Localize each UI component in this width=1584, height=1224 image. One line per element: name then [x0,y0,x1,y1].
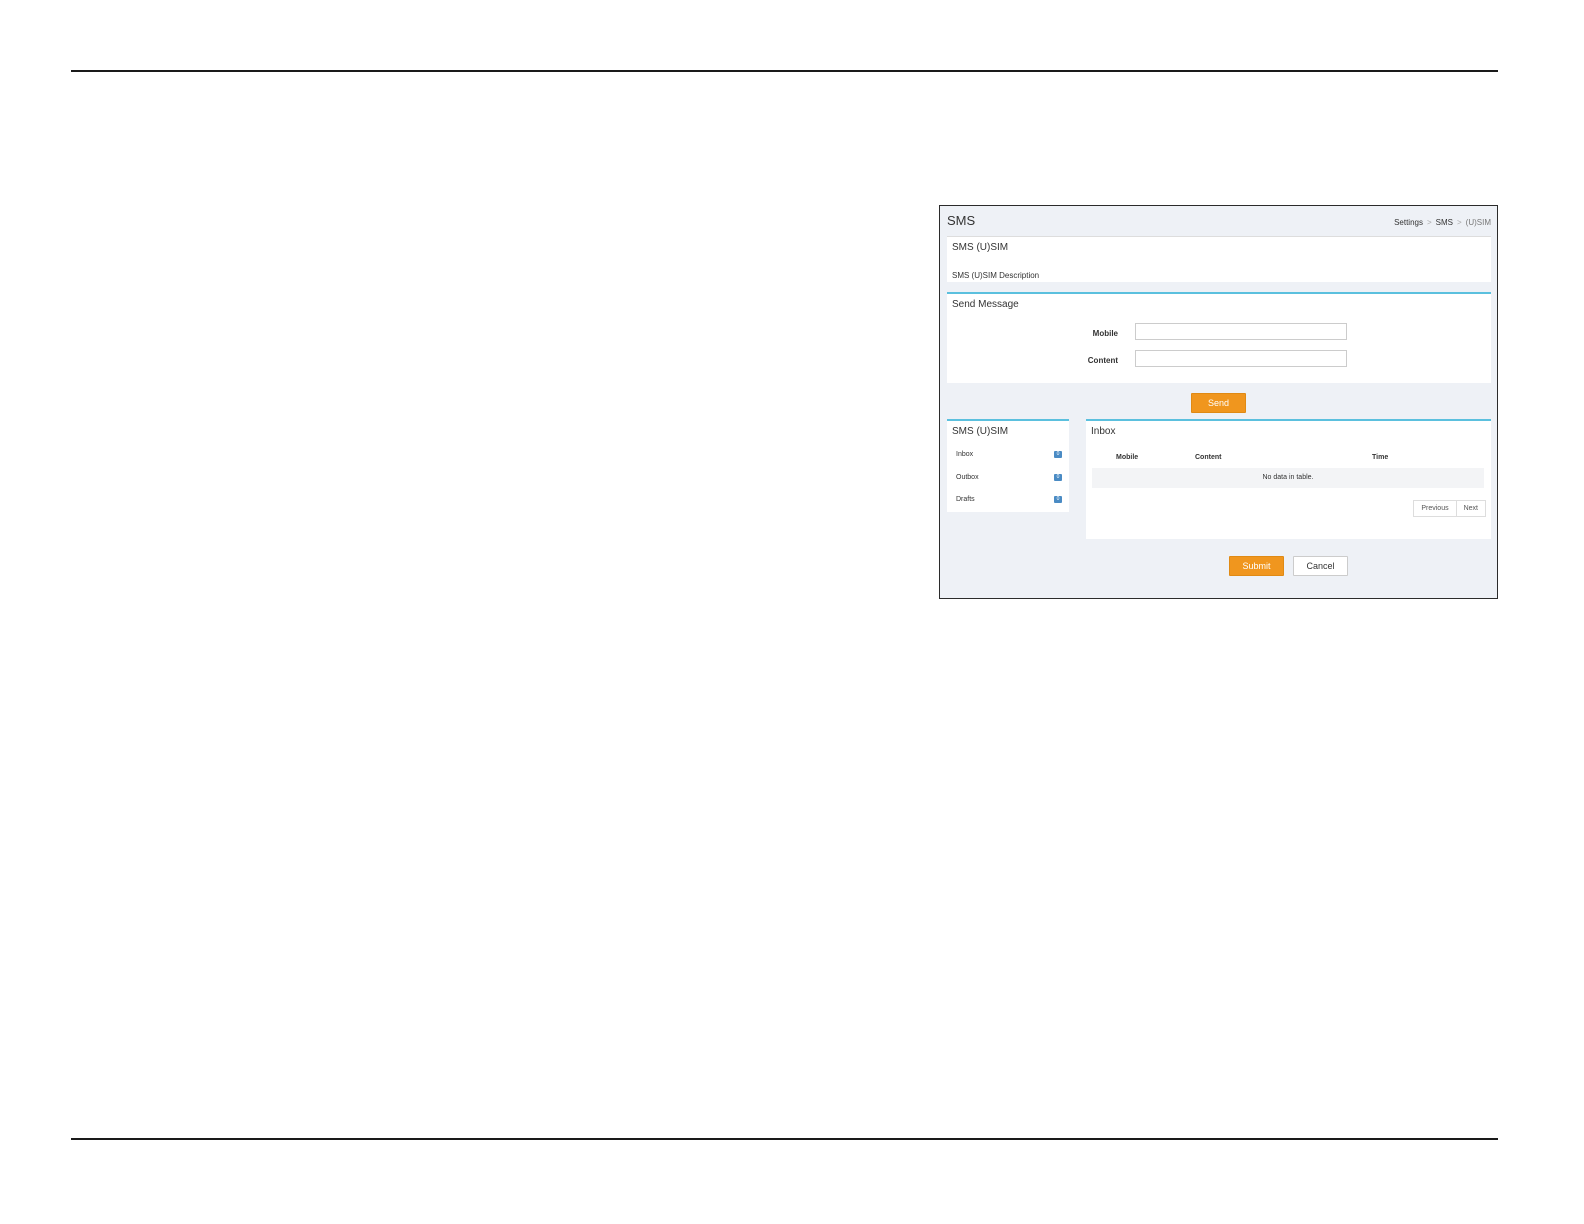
pagination: Previous Next [1413,500,1486,517]
breadcrumb-separator: > [1457,218,1462,227]
submit-button[interactable]: Submit [1229,556,1284,576]
previous-button[interactable]: Previous [1414,501,1455,516]
count-badge: 0 [1054,451,1062,458]
folder-label: Inbox [956,451,974,458]
folder-item-inbox[interactable]: Inbox 0 [956,451,1062,458]
next-button[interactable]: Next [1455,501,1485,516]
send-message-panel: Send Message Mobile Content [947,292,1491,383]
folder-label: Drafts [956,496,975,503]
description-text: SMS (U)SIM Description [952,271,1040,280]
page-title: SMS [947,213,976,228]
content-input[interactable] [1135,350,1347,367]
column-header-content[interactable]: Content [1195,454,1221,461]
send-button[interactable]: Send [1191,393,1246,413]
breadcrumb-separator: > [1426,218,1432,227]
column-header-mobile[interactable]: Mobile [1116,454,1138,461]
content-label: Content [1087,356,1118,365]
breadcrumb-usim: (U)SIM [1465,218,1491,227]
send-message-heading: Send Message [952,299,1019,310]
mobile-input[interactable] [1135,323,1347,340]
column-header-time[interactable]: Time [1372,454,1388,461]
sms-screenshot: SMS Settings > SMS > (U)SIM SMS (U)SIM S… [939,205,1498,599]
description-heading: SMS (U)SIM [952,242,1009,253]
breadcrumb-sms[interactable]: SMS [1436,218,1453,227]
folder-panel: SMS (U)SIM Inbox 0 Outbox 0 Drafts 0 [947,419,1069,512]
folder-heading: SMS (U)SIM [952,426,1009,437]
folder-label: Outbox [956,474,979,481]
count-badge: 0 [1054,496,1062,503]
breadcrumb-settings[interactable]: Settings [1394,218,1423,227]
inbox-panel: Inbox Mobile Content Time No data in tab… [1086,419,1491,539]
mobile-label: Mobile [1092,329,1118,338]
breadcrumb: Settings > SMS > (U)SIM [1394,218,1491,227]
cancel-button[interactable]: Cancel [1293,556,1348,576]
count-badge: 0 [1054,474,1062,481]
page-bottom-rule [71,1138,1498,1140]
folder-item-outbox[interactable]: Outbox 0 [956,474,1062,481]
empty-table-message: No data in table. [1092,468,1484,488]
description-panel: SMS (U)SIM SMS (U)SIM Description [947,236,1491,282]
page-top-rule [71,70,1498,72]
folder-item-drafts[interactable]: Drafts 0 [956,496,1062,503]
inbox-heading: Inbox [1091,426,1116,437]
